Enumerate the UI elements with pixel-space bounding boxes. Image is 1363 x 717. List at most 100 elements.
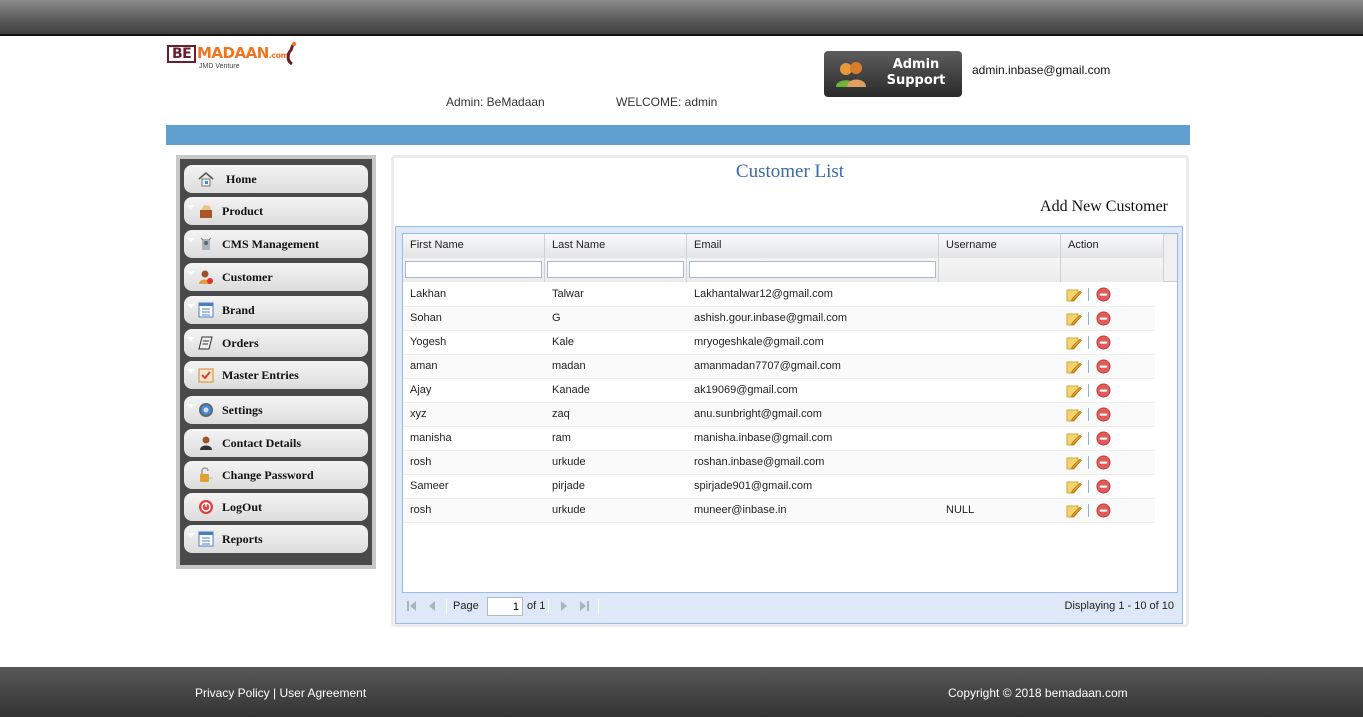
- delete-icon[interactable]: [1096, 479, 1111, 494]
- sidebar-item-master-entries[interactable]: Master Entries: [184, 361, 368, 389]
- displaying-count: Displaying 1 - 10 of 10: [1064, 600, 1174, 612]
- peacock-logo-icon: [286, 42, 296, 65]
- cell-email: ashish.gour.inbase@gmail.com: [694, 312, 848, 324]
- cell-last-name: urkude: [552, 456, 586, 468]
- cell-first-name: rosh: [410, 504, 432, 516]
- delete-icon[interactable]: [1096, 455, 1111, 470]
- cell-last-name: G: [552, 312, 561, 324]
- cell-last-name: ram: [552, 432, 571, 444]
- cell-email: roshan.inbase@gmail.com: [694, 456, 825, 468]
- report-icon: [198, 531, 214, 547]
- edit-icon[interactable]: [1066, 359, 1082, 375]
- delete-icon[interactable]: [1096, 335, 1111, 350]
- sidebar-item-cms-management[interactable]: CMS Management: [184, 230, 368, 258]
- delete-icon[interactable]: [1096, 407, 1111, 422]
- sidebar-item-logout[interactable]: LogOut: [184, 493, 368, 521]
- table-row[interactable]: xyz zaq anu.sunbright@gmail.com: [403, 403, 1155, 427]
- edit-icon[interactable]: [1066, 407, 1082, 423]
- expand-arrow-icon: [187, 404, 195, 408]
- cell-last-name: Talwar: [552, 288, 584, 300]
- table-row[interactable]: Sohan Gashish.gour.inbase@gmail.com: [403, 307, 1155, 331]
- list-icon: [198, 302, 214, 318]
- cell-username: NULL: [946, 504, 975, 516]
- cell-last-name: madan: [552, 360, 586, 372]
- filter-cell-username: [939, 258, 1061, 282]
- edit-icon[interactable]: [1066, 503, 1082, 519]
- column-header-last-name[interactable]: Last Name: [545, 234, 687, 258]
- last-page-icon[interactable]: [578, 600, 590, 612]
- privacy-policy-link[interactable]: Privacy Policy: [195, 686, 270, 700]
- cell-last-name: zaq: [552, 408, 570, 420]
- action-separator: [1088, 360, 1089, 373]
- column-header-username[interactable]: Username: [939, 234, 1061, 258]
- logo[interactable]: BE MADAAN.com JMD Venture: [167, 41, 307, 75]
- action-separator: [1088, 504, 1089, 517]
- current-page-input[interactable]: [487, 597, 523, 616]
- footer-link-separator: |: [269, 686, 280, 700]
- table-row[interactable]: Ajay Kanade ak19069@gmail.com: [403, 379, 1155, 403]
- sidebar-item-change-password[interactable]: Change Password: [184, 461, 368, 489]
- expand-arrow-icon: [187, 533, 195, 537]
- filter-email-input[interactable]: [689, 261, 936, 278]
- edit-icon[interactable]: [1066, 287, 1082, 303]
- logo-tagline: JMD Venture: [199, 63, 240, 70]
- table-row[interactable]: rosh urkude muneer@inbase.in NULL: [403, 499, 1155, 523]
- edit-icon[interactable]: [1066, 311, 1082, 327]
- table-row[interactable]: aman madan amanmadan7707@gmail.com: [403, 355, 1155, 379]
- sidebar-item-brand[interactable]: Brand: [184, 296, 368, 324]
- orders-icon: [198, 336, 213, 350]
- table-row[interactable]: Sameer pirjade spirjade901@gmail.com: [403, 475, 1155, 499]
- delete-icon[interactable]: [1096, 359, 1111, 374]
- sidebar-item-contact-details[interactable]: Contact Details: [184, 429, 368, 457]
- cell-email: anu.sunbright@gmail.com: [694, 408, 822, 420]
- table-row[interactable]: rosh urkude roshan.inbase@gmail.com: [403, 451, 1155, 475]
- sidebar-item-home[interactable]: Home: [184, 165, 368, 193]
- expand-arrow-icon: [187, 205, 195, 209]
- sidebar-item-reports[interactable]: Reports: [184, 525, 368, 553]
- add-new-customer-link[interactable]: Add New Customer: [1040, 198, 1168, 216]
- checklist-icon: [198, 368, 214, 383]
- filter-cell-last-name: [545, 258, 687, 282]
- action-separator: [1088, 456, 1089, 469]
- delete-icon[interactable]: [1096, 503, 1111, 518]
- welcome-label: WELCOME: admin: [616, 95, 718, 109]
- edit-icon[interactable]: [1066, 431, 1082, 447]
- cell-email: manisha.inbase@gmail.com: [694, 432, 833, 444]
- cell-first-name: rosh: [410, 456, 432, 468]
- cell-first-name: xyz: [410, 408, 427, 420]
- table-row[interactable]: manisha ram manisha.inbase@gmail.com: [403, 427, 1155, 451]
- table-row[interactable]: Lakhan Talwar Lakhantalwar12@gmail.com: [403, 283, 1155, 307]
- delete-icon[interactable]: [1096, 383, 1111, 398]
- sidebar-item-settings[interactable]: Settings: [184, 396, 368, 424]
- sidebar-item-product[interactable]: Product: [184, 197, 368, 225]
- column-header-email[interactable]: Email: [687, 234, 939, 258]
- delete-icon[interactable]: [1096, 311, 1111, 326]
- column-header-first-name[interactable]: First Name: [403, 234, 545, 258]
- admin-name-label: Admin: BeMadaan: [446, 95, 545, 109]
- admin-support-label: Admin Support: [886, 57, 946, 88]
- table-row[interactable]: Yogesh Kale mryogeshkale@gmail.com: [403, 331, 1155, 355]
- admin-support-button[interactable]: Admin Support: [824, 51, 962, 97]
- action-separator: [1088, 432, 1089, 445]
- filter-first-name-input[interactable]: [405, 261, 542, 278]
- edit-icon[interactable]: [1066, 383, 1082, 399]
- edit-icon[interactable]: [1066, 479, 1082, 495]
- edit-icon[interactable]: [1066, 455, 1082, 471]
- first-page-icon[interactable]: [406, 600, 418, 612]
- sidebar-item-customer[interactable]: Customer: [184, 263, 368, 291]
- cell-last-name: pirjade: [552, 480, 586, 492]
- filter-last-name-input[interactable]: [547, 261, 684, 278]
- sidebar-item-orders[interactable]: Orders: [184, 329, 368, 357]
- delete-icon[interactable]: [1096, 287, 1111, 302]
- column-header-action[interactable]: Action: [1061, 234, 1164, 258]
- pager-separator: [598, 599, 599, 614]
- footer-links: Privacy Policy | User Agreement: [195, 686, 366, 700]
- edit-icon[interactable]: [1066, 335, 1082, 351]
- next-page-icon[interactable]: [558, 600, 570, 612]
- previous-page-icon[interactable]: [426, 600, 438, 612]
- cell-first-name: Lakhan: [410, 288, 447, 300]
- header-accent-bar: [166, 125, 1190, 145]
- delete-icon[interactable]: [1096, 431, 1111, 446]
- footer: Privacy Policy | User Agreement Copyrigh…: [0, 667, 1363, 717]
- user-agreement-link[interactable]: User Agreement: [279, 686, 366, 700]
